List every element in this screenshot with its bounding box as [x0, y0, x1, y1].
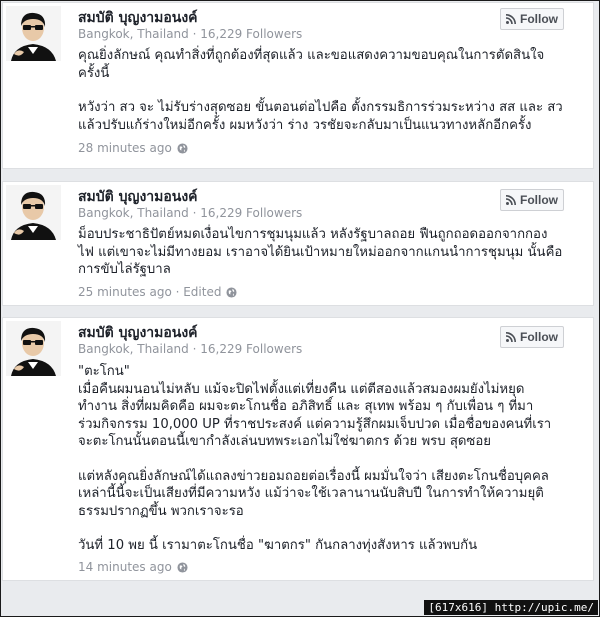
- post-2: สมบัติ บุญงามอนงค์ Bangkok, Thailand · 1…: [2, 181, 594, 306]
- feed: สมบัติ บุญงามอนงค์ Bangkok, Thailand · 1…: [0, 0, 600, 617]
- author-name[interactable]: สมบัติ บุญงามอนงค์: [78, 186, 198, 208]
- post-timestamp: 25 minutes ago · Edited: [78, 285, 238, 299]
- timestamp-link[interactable]: 28 minutes ago: [78, 141, 172, 155]
- post-3: สมบัติ บุญงามอนงค์ Bangkok, Thailand · 1…: [2, 317, 594, 581]
- image-watermark: [617x616] http://upic.me/: [424, 600, 598, 615]
- avatar[interactable]: [6, 6, 61, 61]
- location[interactable]: Bangkok, Thailand: [78, 27, 189, 41]
- follow-label: Follow: [520, 12, 558, 26]
- post-paragraph: วันที่ 10 พย นี้ เรามาตะโกนชื่อ "ฆาตกร" …: [78, 538, 478, 553]
- post-text: ม็อบประชาธิปัตย์หมดเงื่อนไขการชุมนุมแล้ว…: [78, 226, 563, 279]
- author-meta: Bangkok, Thailand · 16,229 Followers: [78, 27, 303, 41]
- location[interactable]: Bangkok, Thailand: [78, 342, 189, 356]
- post-timestamp: 28 minutes ago: [78, 141, 188, 155]
- rss-icon: [506, 195, 516, 205]
- globe-icon: [226, 286, 238, 298]
- author-meta: Bangkok, Thailand · 16,229 Followers: [78, 342, 303, 356]
- timestamp-link[interactable]: 25 minutes ago · Edited: [78, 285, 221, 299]
- follow-label: Follow: [520, 330, 558, 344]
- rss-icon: [506, 14, 516, 24]
- post-paragraph: "ตะโกน" เมื่อคืนผมนอนไม่หลับ แม้จะปิดไฟต…: [78, 364, 552, 449]
- follow-label: Follow: [520, 193, 558, 207]
- post-1: สมบัติ บุญงามอนงค์ Bangkok, Thailand · 1…: [2, 2, 594, 169]
- timestamp-link[interactable]: 14 minutes ago: [78, 560, 172, 574]
- follow-button[interactable]: Follow: [500, 326, 564, 348]
- avatar[interactable]: [6, 321, 61, 376]
- author-name[interactable]: สมบัติ บุญงามอนงค์: [78, 322, 198, 344]
- post-timestamp: 14 minutes ago: [78, 560, 188, 574]
- post-text: "ตะโกน" เมื่อคืนผมนอนไม่หลับ แม้จะปิดไฟต…: [78, 363, 563, 555]
- author-name[interactable]: สมบัติ บุญงามอนงค์: [78, 7, 198, 29]
- followers-count[interactable]: 16,229 Followers: [200, 342, 302, 356]
- author-meta: Bangkok, Thailand · 16,229 Followers: [78, 206, 303, 220]
- globe-icon: [177, 561, 188, 573]
- globe-icon: [177, 142, 188, 154]
- post-paragraph: คุณยิ่งลักษณ์ คุณทำสิ่งที่ถูกต้องที่สุดแ…: [78, 48, 545, 81]
- post-paragraph: หวังว่า สว จะ ไม่รับร่างสุดซอย ขั้นตอนต่…: [78, 100, 563, 133]
- follow-button[interactable]: Follow: [500, 189, 564, 211]
- location[interactable]: Bangkok, Thailand: [78, 206, 189, 220]
- post-text: คุณยิ่งลักษณ์ คุณทำสิ่งที่ถูกต้องที่สุดแ…: [78, 47, 563, 134]
- avatar[interactable]: [6, 185, 61, 240]
- followers-count[interactable]: 16,229 Followers: [200, 27, 302, 41]
- post-paragraph: ม็อบประชาธิปัตย์หมดเงื่อนไขการชุมนุมแล้ว…: [78, 227, 563, 277]
- rss-icon: [506, 332, 516, 342]
- followers-count[interactable]: 16,229 Followers: [200, 206, 302, 220]
- follow-button[interactable]: Follow: [500, 8, 564, 30]
- post-paragraph: แต่หลังคุณยิ่งลักษณ์ได้แถลงข่าวยอมถอยต่อ…: [78, 468, 549, 519]
